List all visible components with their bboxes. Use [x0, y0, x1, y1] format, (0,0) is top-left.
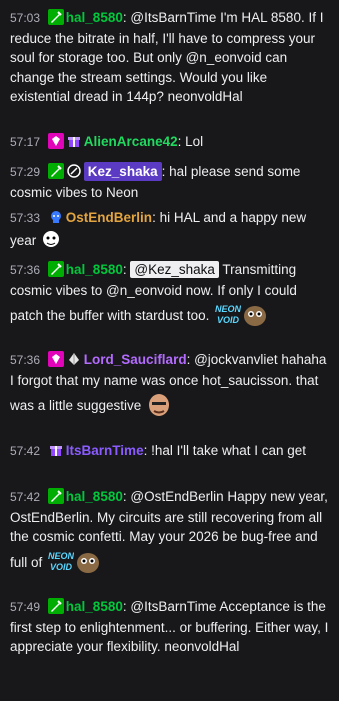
svg-text:NEON: NEON [215, 304, 241, 314]
username[interactable]: hal_8580 [66, 599, 123, 614]
chat-message: 57:17 AlienArcane42: Lol [0, 132, 339, 153]
face-emote-icon[interactable] [145, 390, 173, 418]
separator: : [122, 262, 127, 277]
chat-message: 57:36 Lord_Sauciflard: @jockvanvliet hah… [0, 350, 339, 418]
username[interactable]: Lord_Sauciflard [84, 352, 187, 367]
subscriber-gem-icon[interactable] [47, 133, 64, 149]
username[interactable]: hal_8580 [66, 489, 123, 504]
chat-message: 57:29 Kez_shaka: hal please send some co… [0, 162, 339, 202]
timestamp: 57:49 [10, 600, 41, 614]
creature-emote-icon[interactable] [241, 300, 269, 328]
predictions-badge-icon[interactable] [48, 209, 64, 225]
message-text: Lol [181, 134, 204, 149]
username[interactable]: OstEndBerlin [66, 210, 152, 225]
ghost-emote-icon[interactable] [40, 229, 62, 251]
neon-void-emote-icon[interactable]: NEON VOID [46, 547, 75, 575]
username[interactable]: hal_8580 [66, 262, 123, 277]
timestamp: 57:17 [10, 135, 41, 149]
chat-message-list: 57:03 hal_8580: @ItsBarnTime I'm HAL 858… [0, 0, 339, 701]
vip-badge-icon[interactable] [66, 351, 82, 367]
timestamp: 57:36 [10, 263, 41, 277]
gift-badge-icon[interactable] [48, 442, 64, 458]
timestamp: 57:42 [10, 490, 41, 504]
mention-highlight[interactable]: @Kez_shaka [130, 261, 219, 278]
username[interactable]: Kez_shaka [83, 162, 162, 181]
svg-text:NEON: NEON [48, 551, 74, 561]
username[interactable]: AlienArcane42 [84, 134, 178, 149]
moderator-sword-icon[interactable] [47, 488, 64, 504]
chat-message: 57:36 hal_8580: @Kez_shaka Transmitting … [0, 260, 339, 328]
neon-void-emote-icon[interactable]: NEON VOID [213, 300, 242, 328]
username[interactable]: ItsBarnTime [66, 443, 144, 458]
svg-text:VOID: VOID [217, 315, 240, 325]
message-text: !hal I'll take what I can get [147, 443, 307, 458]
timestamp: 57:33 [10, 211, 41, 225]
chat-message: 57:49 hal_8580: @ItsBarnTime Acceptance … [0, 597, 339, 657]
creature-emote-icon[interactable] [74, 547, 102, 575]
moderator-sword-icon[interactable] [47, 9, 64, 25]
svg-text:VOID: VOID [50, 562, 73, 572]
timestamp: 57:36 [10, 353, 41, 367]
timestamp: 57:42 [10, 444, 41, 458]
chat-message: 57:03 hal_8580: @ItsBarnTime I'm HAL 858… [0, 8, 339, 107]
artist-badge-icon[interactable] [66, 163, 82, 179]
gift-badge-icon[interactable] [66, 133, 82, 149]
moderator-sword-icon[interactable] [47, 163, 64, 179]
timestamp: 57:29 [10, 165, 41, 179]
chat-message: 57:42 ItsBarnTime: !hal I'll take what I… [0, 441, 339, 462]
chat-message: 57:33 OstEndBerlin: hi HAL and a happy n… [0, 208, 339, 251]
chat-message: 57:42 hal_8580: @OstEndBerlin Happy new … [0, 487, 339, 575]
timestamp: 57:03 [10, 11, 41, 25]
moderator-sword-icon[interactable] [47, 261, 64, 277]
username[interactable]: hal_8580 [66, 10, 123, 25]
moderator-sword-icon[interactable] [47, 598, 64, 614]
subscriber-gem-icon[interactable] [47, 351, 64, 367]
